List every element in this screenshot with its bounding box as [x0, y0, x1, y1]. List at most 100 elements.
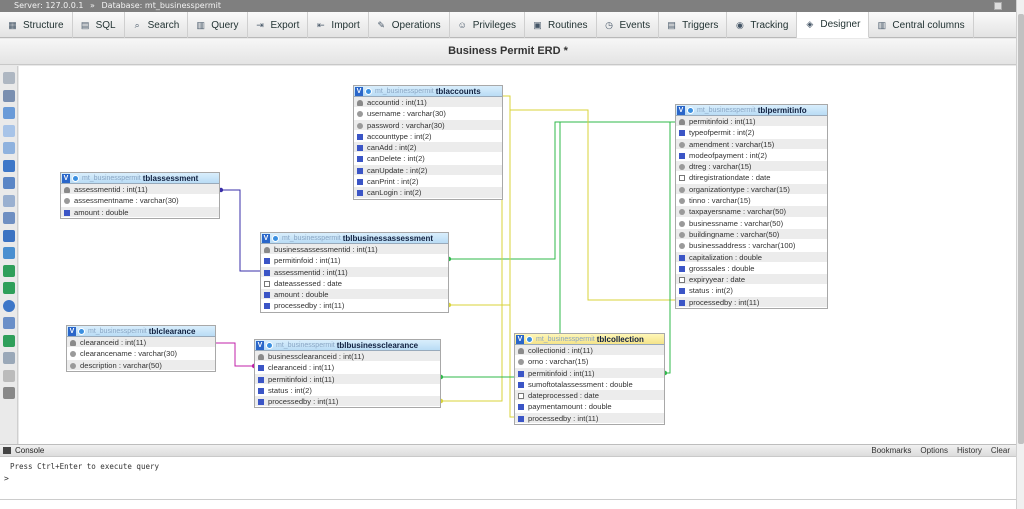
table-select-icon[interactable] — [72, 174, 79, 182]
tab-routines[interactable]: ▣ Routines — [525, 12, 597, 38]
column-row[interactable]: processedby : int(11) — [261, 300, 448, 312]
column-row[interactable]: sumoftotalassessment : double — [515, 378, 664, 391]
column-row[interactable]: dtreg : varchar(15) — [676, 161, 827, 173]
column-row[interactable]: clearanceid : int(11) — [255, 362, 440, 374]
console-prompt[interactable]: > — [0, 471, 1016, 483]
column-row[interactable]: buildingname : varchar(50) — [676, 228, 827, 241]
column-row[interactable]: clearanceid : int(11) — [67, 337, 215, 349]
column-row[interactable]: typeofpermit : int(2) — [676, 127, 827, 139]
column-row[interactable]: accountid : int(11) — [354, 97, 502, 109]
table-header[interactable]: Vmt_businesspermit tblcollection — [515, 334, 664, 345]
angular-links-icon[interactable] — [3, 299, 15, 312]
table-tblbusinessassessment[interactable]: Vmt_businesspermit tblbusinessassessment b… — [260, 232, 449, 313]
table-tblbusinessclearance[interactable]: Vmt_businesspermit tblbusinessclearance bu… — [254, 339, 441, 409]
column-row[interactable]: accounttype : int(2) — [354, 130, 502, 143]
tab-events[interactable]: ◷ Events — [597, 12, 660, 38]
console-history[interactable]: History — [957, 446, 982, 455]
column-row[interactable]: username : varchar(30) — [354, 108, 502, 120]
vertical-scrollbar[interactable] — [1016, 0, 1024, 509]
table-tblassessment[interactable]: Vmt_businesspermit tblassessment assessmen… — [60, 172, 220, 219]
table-tblclearance[interactable]: Vmt_businesspermit tblclearance clearancei… — [66, 325, 216, 372]
table-select-icon[interactable] — [266, 341, 273, 349]
column-row[interactable]: tinno : varchar(15) — [676, 195, 827, 207]
scrollbar-thumb[interactable] — [1018, 14, 1024, 444]
tab-operations[interactable]: ✎ Operations — [369, 12, 450, 38]
column-row[interactable]: amount : double — [61, 206, 219, 218]
tab-sql[interactable]: ▤ SQL — [73, 12, 125, 38]
table-tblpermitinfo[interactable]: Vmt_businesspermit tblpermitinfo permitinf… — [675, 104, 828, 310]
table-header[interactable]: Vmt_businesspermit tblpermitinfo — [676, 105, 827, 116]
table-select-icon[interactable] — [365, 87, 372, 95]
table-select-icon[interactable] — [272, 234, 279, 242]
save-icon[interactable] — [3, 159, 15, 172]
table-header[interactable]: Vmt_businesspermit tblclearance — [67, 326, 215, 337]
column-row[interactable]: permitinfoid : int(11) — [261, 255, 448, 267]
table-header[interactable]: Vmt_businesspermit tblaccounts — [354, 86, 502, 97]
column-row[interactable]: businessaddress : varchar(100) — [676, 240, 827, 252]
column-row[interactable]: dateassessed : date — [261, 277, 448, 290]
add-page-icon[interactable] — [3, 107, 15, 119]
toggle-columns-icon[interactable]: V — [68, 326, 76, 336]
tab-export[interactable]: ⇥ Export — [248, 12, 309, 38]
toggle-columns-icon[interactable]: V — [256, 340, 264, 350]
tab-central-columns[interactable]: ▥ Central columns — [869, 12, 974, 38]
console-title[interactable]: Console — [15, 446, 44, 455]
table-select-icon[interactable] — [78, 327, 85, 335]
column-row[interactable]: organizationtype : varchar(15) — [676, 183, 827, 196]
table-header[interactable]: Vmt_businesspermit tblbusinessassessment — [261, 233, 448, 244]
column-row[interactable]: businessclearanceid : int(11) — [255, 351, 440, 363]
column-row[interactable]: paymentamount : double — [515, 401, 664, 413]
toggle-columns-icon[interactable]: V — [516, 334, 524, 344]
snap-grid-icon[interactable] — [3, 317, 15, 329]
open-icon[interactable] — [3, 194, 15, 207]
column-row[interactable]: permitinfoid : int(11) — [255, 373, 440, 385]
table-header[interactable]: Vmt_businesspermit tblbusinessclearance — [255, 340, 440, 351]
column-row[interactable]: businessname : varchar(50) — [676, 217, 827, 229]
column-row[interactable]: expiryyear : date — [676, 274, 827, 286]
tab-privileges[interactable]: ☺ Privileges — [450, 12, 526, 38]
show-all-icon[interactable] — [3, 72, 15, 84]
column-row[interactable]: canPrint : int(2) — [354, 176, 502, 188]
toggle-relation-icon[interactable] — [3, 264, 15, 277]
column-row[interactable]: status : int(2) — [676, 285, 827, 297]
pin-text-icon[interactable] — [3, 282, 15, 294]
column-row[interactable]: grosssales : double — [676, 262, 827, 275]
tab-designer[interactable]: ◈ Designer — [797, 12, 870, 38]
delete-icon[interactable] — [3, 212, 15, 224]
breadcrumb-database[interactable]: Database: mt_businesspermit — [102, 1, 222, 10]
column-row[interactable]: capitalization : double — [676, 251, 827, 263]
move-menu-icon[interactable] — [3, 247, 15, 259]
column-row[interactable]: taxpayersname : varchar(50) — [676, 206, 827, 218]
edit-icon[interactable] — [3, 124, 15, 137]
column-row[interactable]: processedby : int(11) — [515, 412, 664, 425]
tab-tracking[interactable]: ◉ Tracking — [727, 12, 798, 38]
column-row[interactable]: permitinfoid : int(11) — [515, 367, 664, 379]
column-row[interactable]: status : int(2) — [255, 384, 440, 397]
tab-triggers[interactable]: ▤ Triggers — [659, 12, 728, 38]
toggle-grid-icon[interactable] — [3, 89, 15, 102]
column-row[interactable]: canUpdate : int(2) — [354, 164, 502, 177]
create-relation-icon[interactable] — [3, 229, 15, 242]
column-row[interactable]: orno : varchar(15) — [515, 356, 664, 368]
toggle-columns-icon[interactable]: V — [262, 233, 270, 243]
column-row[interactable]: amendment : varchar(15) — [676, 138, 827, 150]
console-clear[interactable]: Clear — [991, 446, 1010, 455]
toggle-columns-icon[interactable]: V — [355, 86, 363, 96]
column-row[interactable]: permitinfoid : int(11) — [676, 116, 827, 128]
column-row[interactable]: assessmentid : int(11) — [261, 266, 448, 278]
console-options[interactable]: Options — [920, 446, 948, 455]
tab-query[interactable]: ▥ Query — [188, 12, 248, 38]
table-header[interactable]: Vmt_businesspermit tblassessment — [61, 173, 219, 184]
column-row[interactable]: collectionid : int(11) — [515, 345, 664, 357]
toggle-columns-icon[interactable]: V — [677, 105, 685, 115]
column-row[interactable]: description : varchar(50) — [67, 359, 215, 371]
toggle-small-icon[interactable] — [3, 352, 15, 364]
column-row[interactable]: amount : double — [261, 289, 448, 301]
reset-icon[interactable] — [3, 369, 15, 382]
column-row[interactable]: canDelete : int(2) — [354, 153, 502, 165]
minimize-icon[interactable] — [994, 2, 1002, 10]
column-row[interactable]: canLogin : int(2) — [354, 187, 502, 199]
column-row[interactable]: modeofpayment : int(2) — [676, 149, 827, 162]
table-tblaccounts[interactable]: Vmt_businesspermit tblaccounts accountid :… — [353, 85, 503, 200]
column-row[interactable]: businessassessmentid : int(11) — [261, 244, 448, 256]
